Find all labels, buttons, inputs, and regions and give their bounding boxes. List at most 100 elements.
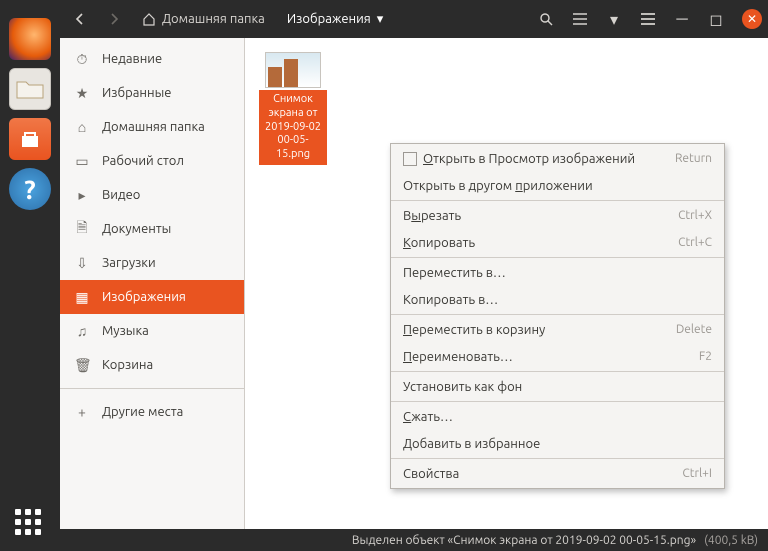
menu-item-label: Вырезать [403, 209, 678, 223]
context-menu-item-10[interactable]: Переименовать…F2 [391, 343, 724, 370]
breadcrumb-home[interactable]: Домашняя папка [134, 12, 273, 26]
sidebar-item-4[interactable]: ▸ Видео [60, 178, 244, 212]
sidebar-item-label: Видео [102, 188, 140, 202]
sidebar-item-icon: 🗑 [74, 357, 90, 374]
maximize-button[interactable]: ◻ [702, 5, 730, 33]
menu-accelerator: Ctrl+C [678, 236, 712, 249]
sidebar-item-icon: ★ [74, 85, 90, 102]
statusbar-text: Выделен объект «Снимок экрана от 2019-09… [352, 534, 696, 547]
close-button[interactable]: ✕ [742, 9, 762, 29]
file-thumbnail[interactable]: Снимок экрана от 2019-09-02 00-05-15.png [259, 52, 327, 165]
sidebar-item-icon: ▸ [74, 187, 90, 204]
menu-item-label: Переместить в корзину [403, 323, 676, 337]
menu-accelerator: Return [675, 152, 712, 165]
thumbnail-image [265, 52, 321, 88]
sidebar-item-9[interactable]: 🗑 Корзина [60, 348, 244, 382]
context-menu-item-0[interactable]: Открыть в Просмотр изображенийReturn [391, 145, 724, 172]
statusbar-size: (400,5 kB) [704, 534, 758, 547]
sidebar-item-2[interactable]: ⌂ Домашняя папка [60, 110, 244, 144]
context-menu-item-6[interactable]: Переместить в… [391, 259, 724, 286]
menu-accelerator: Ctrl+X [678, 209, 712, 222]
search-button[interactable] [532, 5, 560, 33]
sidebar-item-label: Музыка [102, 324, 149, 338]
sidebar-item-8[interactable]: ♫ Музыка [60, 314, 244, 348]
menu-item-label: Копировать в… [403, 293, 712, 307]
context-menu-item-17[interactable]: СвойстваCtrl+I [391, 460, 724, 487]
view-dropdown-button[interactable]: ▾ [600, 5, 628, 33]
menu-item-label: Свойства [403, 467, 682, 481]
menu-separator [391, 200, 724, 201]
dock-files-icon[interactable] [9, 68, 51, 110]
chevron-down-icon: ▾ [377, 12, 384, 27]
sidebar-item-0[interactable]: ⏱ Недавние [60, 42, 244, 76]
menu-item-label: Открыть в другом приложении [403, 179, 712, 193]
context-menu-item-3[interactable]: ВырезатьCtrl+X [391, 202, 724, 229]
menu-item-label: Копировать [403, 236, 678, 250]
context-menu-item-14[interactable]: Сжать… [391, 403, 724, 430]
sidebar-item-label: Корзина [102, 358, 153, 372]
sidebar-item-label: Загрузки [102, 256, 156, 270]
menu-separator [391, 371, 724, 372]
sidebar-item-label: Домашняя папка [102, 120, 205, 134]
back-button[interactable] [66, 5, 94, 33]
context-menu-item-12[interactable]: Установить как фон [391, 373, 724, 400]
menu-separator [391, 458, 724, 459]
menu-item-label: Открыть в Просмотр изображений [403, 152, 675, 166]
hamburger-menu-button[interactable] [634, 5, 662, 33]
menu-item-label: Установить как фон [403, 380, 712, 394]
plus-icon: + [74, 404, 90, 420]
context-menu-item-4[interactable]: КопироватьCtrl+C [391, 229, 724, 256]
sidebar-item-icon: ⏱ [74, 51, 90, 68]
sidebar-item-label: Другие места [102, 405, 183, 419]
dock-help-icon[interactable]: ? [9, 168, 51, 210]
sidebar-item-5[interactable]: 🗎 Документы [60, 212, 244, 246]
menu-separator [391, 401, 724, 402]
sidebar-item-label: Документы [102, 222, 171, 236]
context-menu-item-15[interactable]: Добавить в избранное [391, 430, 724, 457]
forward-button[interactable] [100, 5, 128, 33]
titlebar: Домашняя папка Изображения ▾ ▾ ─ ◻ ✕ [60, 0, 768, 38]
breadcrumb-current[interactable]: Изображения ▾ [279, 12, 391, 27]
sidebar-other-places[interactable]: + Другие места [60, 395, 244, 429]
menu-accelerator: Ctrl+I [682, 467, 712, 480]
image-viewer-icon [403, 152, 417, 166]
menu-item-label: Добавить в избранное [403, 437, 712, 451]
sidebar-item-7[interactable]: ▦ Изображения [60, 280, 244, 314]
thumbnail-label: Снимок экрана от 2019-09-02 00-05-15.png [259, 90, 327, 165]
menu-accelerator: F2 [699, 350, 712, 363]
breadcrumb-home-label: Домашняя папка [162, 12, 265, 26]
dock-apps-icon[interactable] [15, 509, 45, 539]
sidebar-item-3[interactable]: ▭ Рабочий стол [60, 144, 244, 178]
statusbar: Выделен объект «Снимок экрана от 2019-09… [60, 529, 768, 551]
sidebar-item-label: Изображения [102, 290, 186, 304]
context-menu-item-7[interactable]: Копировать в… [391, 286, 724, 313]
sidebar: ⏱ Недавние ★ Избранные ⌂ Домашняя папка ▭ Рабоч… [60, 38, 245, 529]
minimize-button[interactable]: ─ [668, 5, 696, 33]
menu-separator [391, 314, 724, 315]
breadcrumb-current-label: Изображения [287, 12, 371, 26]
menu-item-label: Переименовать… [403, 350, 699, 364]
dock-firefox-icon[interactable] [9, 18, 51, 60]
menu-separator [391, 257, 724, 258]
menu-accelerator: Delete [676, 323, 712, 336]
sidebar-item-label: Недавние [102, 52, 162, 66]
context-menu-item-1[interactable]: Открыть в другом приложении [391, 172, 724, 199]
sidebar-item-icon: ⌂ [74, 119, 90, 135]
sidebar-item-label: Рабочий стол [102, 154, 184, 168]
sidebar-item-icon: ⇩ [74, 255, 90, 272]
context-menu-item-9[interactable]: Переместить в корзинуDelete [391, 316, 724, 343]
sidebar-item-icon: ♫ [74, 323, 90, 339]
view-list-button[interactable] [566, 5, 594, 33]
dock-software-icon[interactable] [9, 118, 51, 160]
dock: ? [0, 0, 60, 551]
sidebar-item-icon: 🗎 [74, 217, 90, 241]
sidebar-item-icon: ▦ [74, 289, 90, 306]
sidebar-item-label: Избранные [102, 86, 171, 100]
menu-item-label: Сжать… [403, 410, 712, 424]
sidebar-item-1[interactable]: ★ Избранные [60, 76, 244, 110]
sidebar-item-6[interactable]: ⇩ Загрузки [60, 246, 244, 280]
menu-item-label: Переместить в… [403, 266, 712, 280]
file-manager-window: Домашняя папка Изображения ▾ ▾ ─ ◻ ✕ ⏱ Не… [60, 0, 768, 551]
sidebar-item-icon: ▭ [74, 153, 90, 170]
context-menu: Открыть в Просмотр изображенийReturnОткр… [390, 143, 725, 489]
